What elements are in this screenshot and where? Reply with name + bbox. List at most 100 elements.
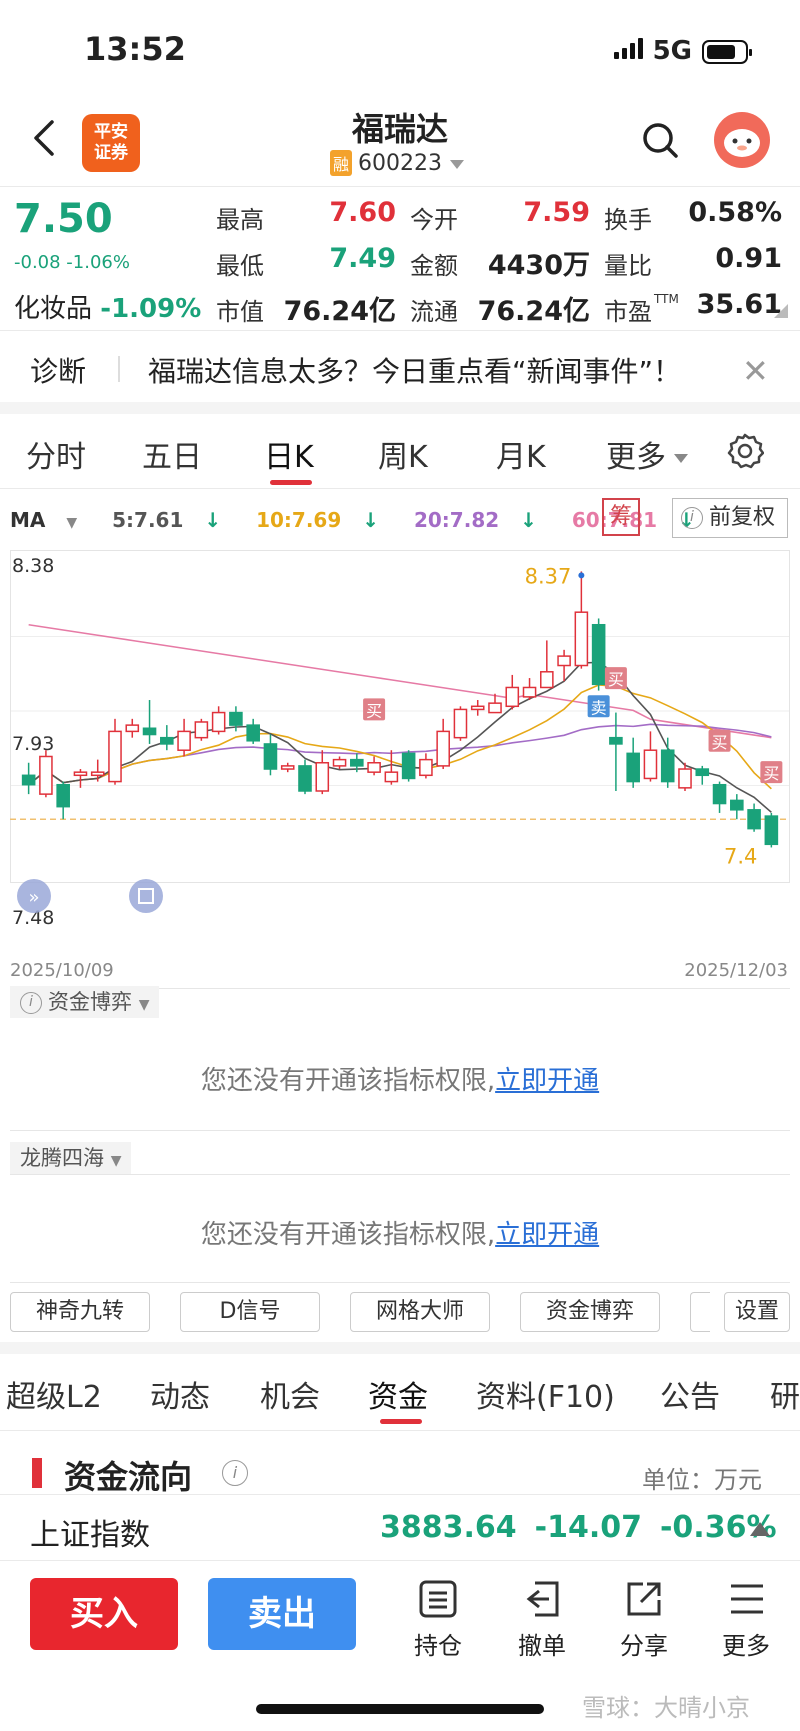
tab-level2[interactable]: 超级L2 bbox=[6, 1372, 102, 1416]
buy-button[interactable]: 买入 bbox=[30, 1578, 178, 1650]
indicator-selector-1[interactable]: i 资金博弈 ▼ bbox=[10, 986, 160, 1018]
tab-news[interactable]: 动态 bbox=[150, 1372, 210, 1416]
kline-chart[interactable]: 8.387.937.48买 卖买买买8.377.4» bbox=[10, 550, 790, 952]
info-icon[interactable]: i bbox=[222, 1460, 254, 1486]
indicator-selector-2[interactable]: 龙腾四海 ▼ bbox=[10, 1142, 132, 1174]
candle-body bbox=[626, 752, 640, 783]
y-axis-label: 8.38 bbox=[12, 555, 54, 577]
candle-body bbox=[350, 758, 364, 767]
indicator-button-fund-game[interactable]: 资金博弈 bbox=[520, 1292, 660, 1332]
candle-body bbox=[90, 771, 105, 777]
chevron-down-icon bbox=[450, 159, 464, 169]
tab-research[interactable]: 研 bbox=[770, 1372, 800, 1416]
ma10-line bbox=[28, 684, 772, 790]
candle-body bbox=[108, 730, 122, 783]
tab-daily-k[interactable]: 日K bbox=[264, 432, 314, 476]
tab-funds[interactable]: 资金 bbox=[368, 1372, 428, 1416]
sell-button[interactable]: 卖出 bbox=[208, 1578, 356, 1650]
tab-more[interactable]: 更多 bbox=[606, 432, 688, 476]
tab-active-indicator bbox=[270, 480, 312, 485]
ma20-value: 20:7.82 ↓ bbox=[414, 508, 551, 532]
candle-body bbox=[194, 721, 209, 739]
sector-change-value: -1.09% bbox=[100, 294, 202, 324]
chip-distribution-button[interactable]: 筹 bbox=[602, 498, 640, 536]
index-value: 3883.64 bbox=[380, 1510, 517, 1545]
ttm-label: TTM bbox=[654, 292, 679, 306]
tab-weekly-k[interactable]: 周K bbox=[378, 432, 428, 476]
candle-body bbox=[39, 755, 53, 795]
info-icon: i bbox=[20, 992, 42, 1014]
diagnose-title[interactable]: 诊断 bbox=[30, 350, 86, 390]
indicator-button-partial[interactable] bbox=[690, 1292, 710, 1332]
candle-body bbox=[764, 815, 779, 846]
chevron-down-icon: ▼ bbox=[110, 1153, 122, 1169]
stock-code-selector[interactable]: 融 600223 bbox=[330, 150, 464, 176]
activate-link-2[interactable]: 立即开通 bbox=[495, 1220, 599, 1250]
indicator-button-nine-turns[interactable]: 神奇九转 bbox=[10, 1292, 150, 1332]
holdings-button[interactable]: 持仓 bbox=[398, 1578, 478, 1661]
current-price: 7.50 bbox=[14, 196, 113, 242]
quote-label-open: 今开 bbox=[410, 206, 458, 234]
cancel-order-button[interactable]: 撤单 bbox=[502, 1578, 582, 1661]
candle-body bbox=[747, 809, 761, 830]
candle-body bbox=[142, 727, 157, 736]
share-label: 分享 bbox=[620, 1632, 668, 1660]
candle-body bbox=[177, 730, 191, 751]
quote-value-high: 7.60 bbox=[329, 197, 396, 228]
chart-frame bbox=[10, 550, 790, 883]
indicator-1-label: 资金博弈 bbox=[48, 990, 132, 1014]
adjustment-selector[interactable]: i 前复权 bbox=[672, 498, 788, 538]
diagnose-message[interactable]: 福瑞达信息太多？今日重点看“新闻事件”！ bbox=[148, 350, 681, 390]
share-icon bbox=[627, 1582, 661, 1616]
quote-value-low: 7.49 bbox=[329, 243, 396, 274]
tab-f10[interactable]: 资料(F10) bbox=[476, 1372, 615, 1416]
candle-body bbox=[591, 623, 606, 686]
quote-value-volume-ratio: 0.91 bbox=[715, 243, 782, 274]
sector-name: 化妆品 bbox=[14, 294, 93, 324]
tab-announcements[interactable]: 公告 bbox=[660, 1372, 720, 1416]
candle-body bbox=[298, 765, 312, 792]
network-label: 5G bbox=[652, 36, 692, 66]
candle-body bbox=[160, 736, 174, 745]
candle-body bbox=[660, 749, 675, 783]
indicator-button-grid-master[interactable]: 网格大师 bbox=[350, 1292, 490, 1332]
candle-body bbox=[21, 774, 36, 786]
menu-icon bbox=[731, 1584, 763, 1614]
stock-name: 福瑞达 bbox=[351, 110, 448, 148]
battery-icon bbox=[702, 39, 752, 64]
expand-corner-icon[interactable] bbox=[774, 304, 788, 318]
index-change: -14.07 bbox=[534, 1510, 642, 1545]
candle-body bbox=[643, 749, 658, 780]
quote-label-market-cap: 市值 bbox=[216, 298, 264, 326]
tab-intraday[interactable]: 分时 bbox=[26, 432, 86, 476]
indicator-settings-button[interactable]: 设置 bbox=[724, 1292, 790, 1332]
close-icon[interactable]: ✕ bbox=[742, 352, 769, 390]
home-indicator[interactable] bbox=[256, 1704, 544, 1714]
index-name[interactable]: 上证指数 bbox=[30, 1510, 150, 1554]
quote-value-amount: 4430万 bbox=[487, 250, 590, 281]
candle-body bbox=[730, 799, 744, 811]
share-button[interactable]: 分享 bbox=[604, 1578, 684, 1661]
indicator-button-d-signal[interactable]: D信号 bbox=[180, 1292, 320, 1332]
quote-label-float-cap: 流通 bbox=[410, 298, 458, 326]
candle-body bbox=[280, 765, 295, 770]
tab-monthly-k[interactable]: 月K bbox=[496, 432, 546, 476]
gear-icon[interactable] bbox=[726, 432, 764, 470]
chevron-up-icon[interactable] bbox=[750, 1522, 770, 1536]
candle-body bbox=[609, 736, 623, 745]
holdings-label: 持仓 bbox=[414, 1632, 462, 1660]
avatar[interactable] bbox=[714, 112, 770, 168]
tab-five-day[interactable]: 五日 bbox=[142, 432, 202, 476]
candle-body bbox=[712, 783, 727, 805]
fullscreen-button bbox=[129, 879, 163, 913]
stock-code: 600223 bbox=[358, 151, 442, 176]
ma10-text: 10:7.69 bbox=[256, 508, 342, 532]
cancel-order-label: 撤单 bbox=[518, 1632, 566, 1660]
search-icon[interactable] bbox=[640, 120, 680, 160]
sector-change[interactable]: 化妆品 -1.09% bbox=[14, 288, 201, 325]
ma-label[interactable]: MA ▼ bbox=[10, 508, 91, 532]
more-button[interactable]: 更多 bbox=[706, 1578, 786, 1661]
tab-opportunity[interactable]: 机会 bbox=[260, 1372, 320, 1416]
activate-link-1[interactable]: 立即开通 bbox=[495, 1066, 599, 1096]
quote-value-pe: 35.61 bbox=[696, 289, 782, 320]
